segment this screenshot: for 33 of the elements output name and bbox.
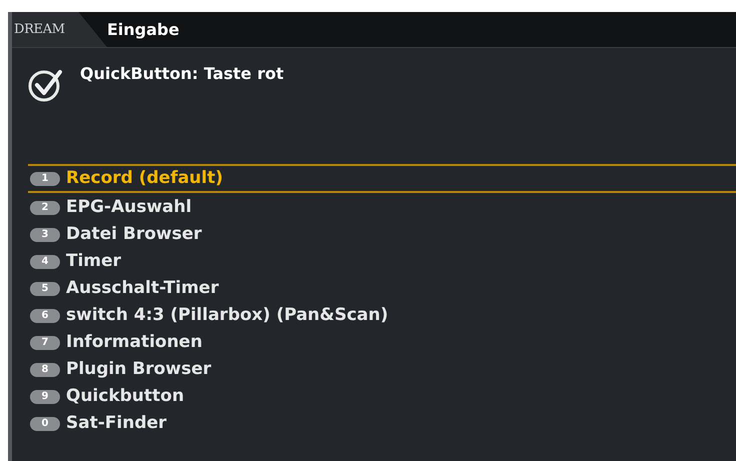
number-key: 6 (30, 308, 60, 322)
item-label: Record (default) (66, 166, 224, 190)
message-text: QuickButton: Taste rot (80, 63, 284, 85)
number-key: 2 (30, 200, 60, 214)
number-key: 7 (30, 336, 60, 350)
number-key: 5 (30, 282, 60, 296)
number-key: 4 (30, 254, 60, 268)
list-item[interactable]: 9 Quickbutton (30, 383, 736, 410)
item-label: Sat-Finder (66, 412, 167, 435)
number-key: 8 (30, 362, 60, 376)
list-item[interactable]: 3 Datei Browser (30, 221, 736, 248)
item-label: Datei Browser (66, 222, 202, 246)
number-key: 0 (30, 416, 60, 430)
number-key: 3 (30, 228, 60, 242)
number-key: 1 (30, 172, 60, 186)
list-item[interactable]: 7 Informationen (30, 329, 736, 356)
item-label: switch 4:3 (Pillarbox) (Pan&Scan) (66, 304, 388, 327)
item-label: Plugin Browser (66, 358, 212, 381)
item-label: Quickbutton (66, 384, 184, 408)
list-item[interactable]: 0 Sat-Finder (30, 410, 736, 437)
item-label: Timer (66, 250, 122, 273)
item-label: Ausschalt-Timer (66, 276, 219, 300)
item-label: EPG-Auswahl (66, 196, 192, 219)
list-item[interactable]: 2 EPG-Auswahl (30, 194, 736, 221)
list-item[interactable]: 1 Record (default) (28, 164, 736, 193)
logo: DREAM (14, 20, 65, 39)
item-label: Informationen (66, 330, 202, 354)
list-item[interactable]: 5 Ausschalt-Timer (30, 275, 736, 302)
list-item[interactable]: 8 Plugin Browser (30, 356, 736, 383)
list-item[interactable]: 4 Timer (30, 248, 736, 275)
window-title: Eingabe (107, 18, 180, 40)
number-key: 9 (30, 390, 60, 404)
list-item[interactable]: 6 switch 4:3 (Pillarbox) (Pan&Scan) (30, 302, 736, 329)
